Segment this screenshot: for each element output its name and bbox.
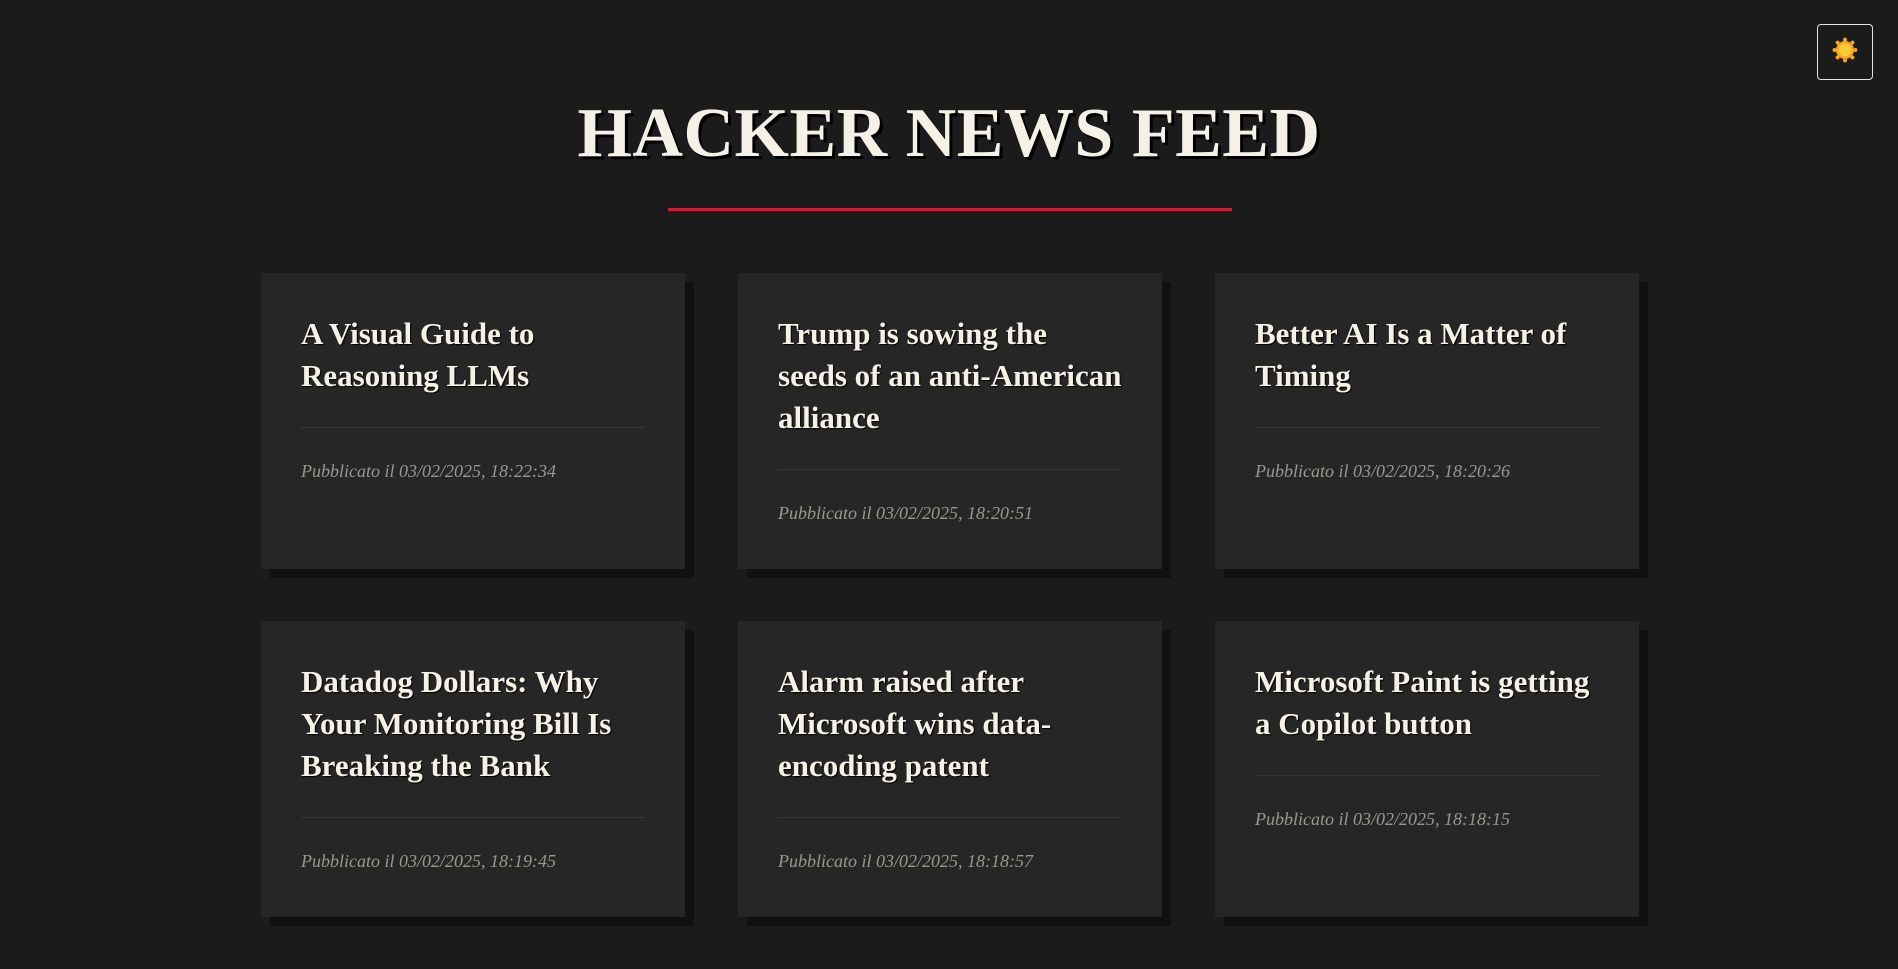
article-title[interactable]: Microsoft Paint is getting a Copilot but…	[1255, 661, 1599, 745]
card-divider	[1255, 775, 1599, 776]
article-title[interactable]: Datadog Dollars: Why Your Monitoring Bil…	[301, 661, 645, 787]
article-published-date: Pubblicato il 03/02/2025, 18:20:26	[1255, 461, 1510, 481]
card-divider	[778, 817, 1122, 818]
article-card[interactable]: Trump is sowing the seeds of an anti-Ame…	[738, 273, 1162, 569]
card-divider	[1255, 427, 1599, 428]
article-published-date: Pubblicato il 03/02/2025, 18:20:51	[778, 503, 1033, 523]
article-published-date: Pubblicato il 03/02/2025, 18:22:34	[301, 461, 556, 481]
article-title[interactable]: A Visual Guide to Reasoning LLMs	[301, 313, 645, 397]
page-title: HACKER NEWS FEED	[577, 95, 1321, 172]
article-card[interactable]: Microsoft Paint is getting a Copilot but…	[1215, 621, 1639, 917]
article-card[interactable]: Better AI Is a Matter of Timing Pubblica…	[1215, 273, 1639, 569]
card-divider	[301, 427, 645, 428]
article-title[interactable]: Trump is sowing the seeds of an anti-Ame…	[778, 313, 1122, 439]
article-published-date: Pubblicato il 03/02/2025, 18:18:57	[778, 851, 1033, 871]
theme-toggle-button[interactable]	[1817, 24, 1873, 80]
article-published-date: Pubblicato il 03/02/2025, 18:19:45	[301, 851, 556, 871]
card-divider	[301, 817, 645, 818]
sun-icon	[1832, 37, 1858, 68]
article-card[interactable]: A Visual Guide to Reasoning LLMs Pubblic…	[261, 273, 685, 569]
article-title[interactable]: Better AI Is a Matter of Timing	[1255, 313, 1599, 397]
article-grid: A Visual Guide to Reasoning LLMs Pubblic…	[261, 273, 1639, 917]
card-divider	[778, 469, 1122, 470]
article-title[interactable]: Alarm raised after Microsoft wins data-e…	[778, 661, 1122, 787]
article-published-date: Pubblicato il 03/02/2025, 18:18:15	[1255, 809, 1510, 829]
title-divider	[668, 208, 1232, 211]
article-card[interactable]: Datadog Dollars: Why Your Monitoring Bil…	[261, 621, 685, 917]
page-header: HACKER NEWS FEED	[0, 92, 1898, 211]
article-card[interactable]: Alarm raised after Microsoft wins data-e…	[738, 621, 1162, 917]
